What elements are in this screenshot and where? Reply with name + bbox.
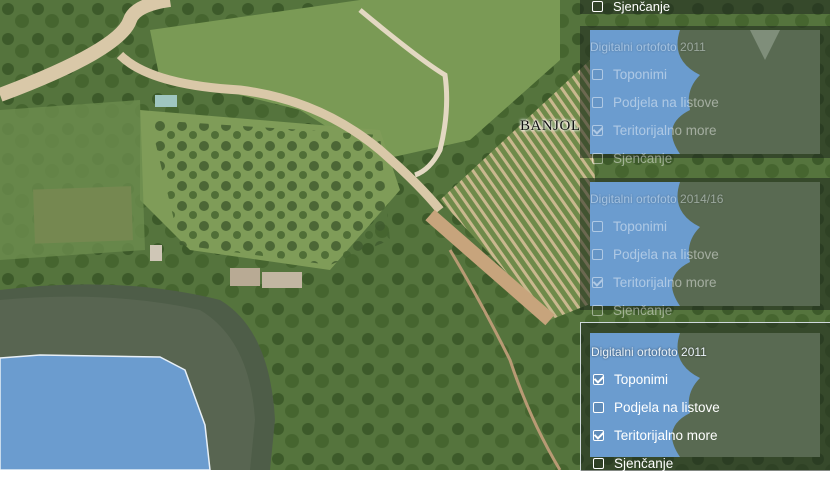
layer-list: Toponimi Podjela na listove Teritorijaln… <box>592 212 719 324</box>
layer-checkbox[interactable] <box>592 124 603 136</box>
layer-label: Toponimi <box>613 218 668 234</box>
layer-checkbox[interactable] <box>592 68 603 80</box>
layer-panel-previous-tail: Sjenčanje <box>580 0 830 14</box>
layer-label: Toponimi <box>613 66 668 82</box>
layer-label: Toponimi <box>614 371 669 387</box>
panel-title: Digitalni ortofoto 2011 <box>590 40 706 54</box>
layer-item-toponimi[interactable]: Toponimi <box>592 60 719 88</box>
layer-item-teritorijalno-more[interactable]: Teritorijalno more <box>593 421 720 449</box>
layer-checkbox[interactable] <box>593 429 604 441</box>
layer-label: Teritorijalno more <box>614 427 718 443</box>
layer-item-podjela[interactable]: Podjela na listove <box>592 88 719 116</box>
layer-item-sjencanje[interactable]: Sjenčanje <box>592 296 719 324</box>
layer-label: Sjenčanje <box>613 302 673 318</box>
layer-label: Teritorijalno more <box>613 274 717 290</box>
layer-item-teritorijalno-more[interactable]: Teritorijalno more <box>592 116 719 144</box>
layer-list: Toponimi Podjela na listove Teritorijaln… <box>593 365 720 477</box>
layer-checkbox[interactable] <box>592 304 603 316</box>
layer-item-toponimi[interactable]: Toponimi <box>592 212 719 240</box>
layer-panel-2[interactable]: Digitalni ortofoto 2014/16 Toponimi Podj… <box>580 178 830 318</box>
layer-list: Toponimi Podjela na listove Teritorijaln… <box>592 60 719 172</box>
layer-label: Sjenčanje <box>613 150 673 166</box>
layer-label: Sjenčanje <box>614 455 674 471</box>
layer-item-sjencanje[interactable]: Sjenčanje <box>593 449 720 477</box>
layer-checkbox[interactable] <box>592 276 603 288</box>
layer-item-toponimi[interactable]: Toponimi <box>593 365 720 393</box>
layer-checkbox[interactable] <box>593 457 604 469</box>
layer-panel-3[interactable]: Digitalni ortofoto 2011 Toponimi Podjela… <box>580 322 830 471</box>
layer-item-teritorijalno-more[interactable]: Teritorijalno more <box>592 268 719 296</box>
layer-item-podjela[interactable]: Podjela na listove <box>593 393 720 421</box>
layer-item-podjela[interactable]: Podjela na listove <box>592 240 719 268</box>
layer-checkbox[interactable] <box>593 401 604 413</box>
place-label-banjol: BANJOL <box>520 118 581 134</box>
layer-checkbox[interactable] <box>592 96 603 108</box>
layer-label: Teritorijalno more <box>613 122 717 138</box>
layer-checkbox[interactable] <box>593 373 604 385</box>
panel-title: Digitalni ortofoto 2014/16 <box>590 192 724 206</box>
layer-checkbox[interactable] <box>592 152 603 164</box>
layer-item-sjencanje[interactable]: Sjenčanje <box>592 144 719 172</box>
layer-panel-1[interactable]: Digitalni ortofoto 2011 Toponimi Podjela… <box>580 26 830 166</box>
layer-checkbox[interactable] <box>592 248 603 260</box>
layer-label: Podjela na listove <box>614 399 720 415</box>
panel-title: Digitalni ortofoto 2011 <box>591 345 707 359</box>
layer-label: Podjela na listove <box>613 246 719 262</box>
layer-label: Podjela na listove <box>613 94 719 110</box>
checkbox-sjencanje-top[interactable] <box>592 1 603 12</box>
layer-checkbox[interactable] <box>592 220 603 232</box>
layer-label-sjencanje-top: Sjenčanje <box>613 0 671 14</box>
